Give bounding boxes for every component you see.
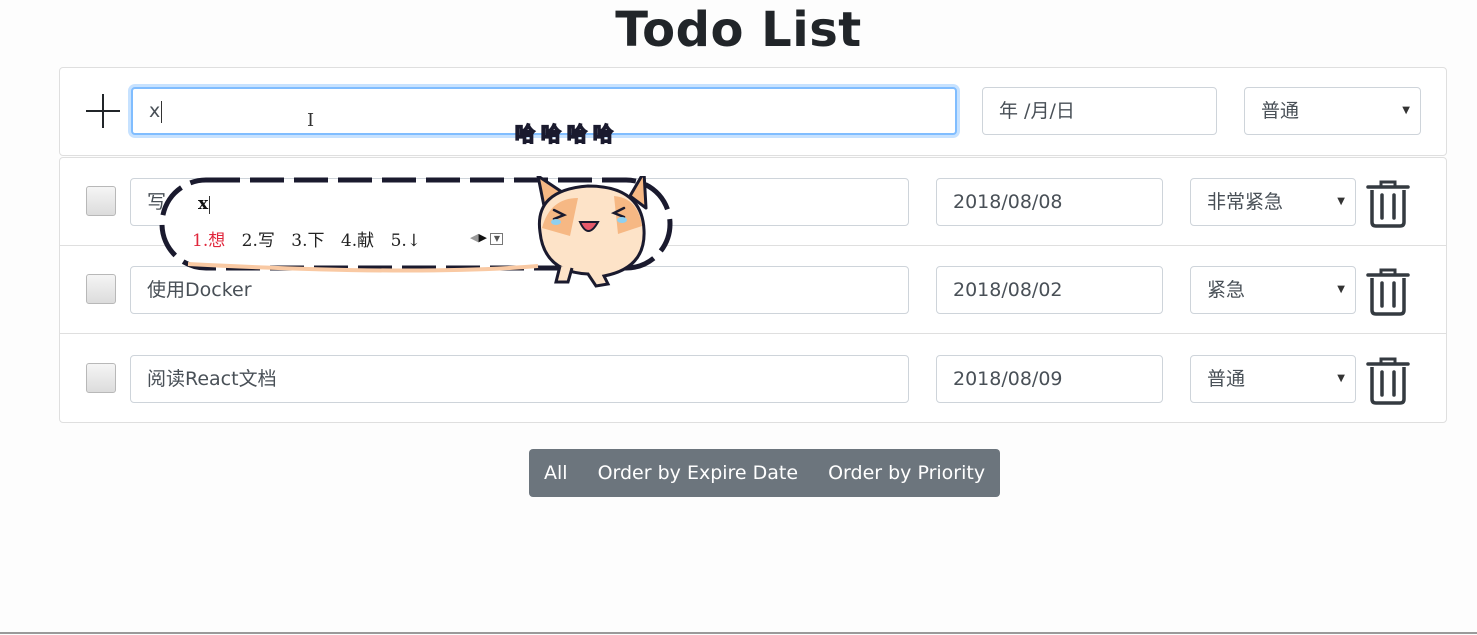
caret-down-icon: ▼ <box>1337 196 1345 207</box>
todo-date: 2018/08/08 <box>953 191 1063 213</box>
todo-text-input[interactable]: 阅读React文档 <box>130 355 909 403</box>
todo-row: 阅读React文档 2018/08/09 普通 ▼ <box>60 335 1446 423</box>
todo-text-input[interactable]: 使用Docker <box>130 266 909 314</box>
new-todo-date-input[interactable]: 年 /月/日 <box>982 87 1217 135</box>
trash-icon[interactable] <box>1366 180 1410 228</box>
todo-priority: 非常紧急 <box>1207 191 1284 213</box>
todo-text: 阅读React文档 <box>147 368 277 390</box>
filter-all-button[interactable]: All <box>529 449 583 497</box>
todo-date-input[interactable]: 2018/08/08 <box>936 178 1163 226</box>
filter-button-group: All Order by Expire Date Order by Priori… <box>529 449 1001 497</box>
order-by-priority-button[interactable]: Order by Priority <box>813 449 1000 497</box>
todo-priority-select[interactable]: 非常紧急 ▼ <box>1190 178 1356 226</box>
todo-checkbox[interactable] <box>86 186 116 216</box>
plus-icon[interactable] <box>86 94 120 128</box>
todo-priority: 紧急 <box>1207 279 1246 301</box>
caret-down-icon: ▼ <box>1337 284 1345 295</box>
priority-value: 普通 <box>1261 100 1300 122</box>
todo-date-input[interactable]: 2018/08/09 <box>936 355 1163 403</box>
todo-date: 2018/08/02 <box>953 279 1063 301</box>
new-todo-priority-select[interactable]: 普通 ▼ <box>1244 87 1421 135</box>
todo-text: 写 <box>147 191 167 213</box>
todo-priority-select[interactable]: 紧急 ▼ <box>1190 266 1356 314</box>
todo-list: 写 2018/08/08 非常紧急 ▼ 使用Docker 2018/08/02 … <box>59 157 1447 423</box>
todo-row: 使用Docker 2018/08/02 紧急 ▼ <box>60 246 1446 334</box>
caret-down-icon: ▼ <box>1337 373 1345 384</box>
add-todo-card: x I 年 /月/日 普通 ▼ <box>59 67 1447 156</box>
date-placeholder: 年 /月/日 <box>999 100 1075 122</box>
order-by-date-button[interactable]: Order by Expire Date <box>583 449 814 497</box>
window-bottom-border <box>0 632 1477 634</box>
todo-checkbox[interactable] <box>86 274 116 304</box>
todo-date: 2018/08/09 <box>953 368 1063 390</box>
todo-date-input[interactable]: 2018/08/02 <box>936 266 1163 314</box>
todo-text: 使用Docker <box>147 279 252 301</box>
mascot-laugh-text: 哈哈哈哈 <box>514 121 619 147</box>
todo-priority-select[interactable]: 普通 ▼ <box>1190 355 1356 403</box>
text-cursor-icon: I <box>307 110 315 131</box>
todo-text-input[interactable]: 写 <box>130 178 909 226</box>
page-title: Todo List <box>615 2 862 58</box>
new-todo-input-value: x <box>149 100 161 122</box>
todo-priority: 普通 <box>1207 368 1246 390</box>
todo-row: 写 2018/08/08 非常紧急 ▼ <box>60 158 1446 246</box>
trash-icon[interactable] <box>1366 357 1410 405</box>
caret-down-icon: ▼ <box>1402 105 1410 116</box>
trash-icon[interactable] <box>1366 268 1410 316</box>
todo-checkbox[interactable] <box>86 363 116 393</box>
